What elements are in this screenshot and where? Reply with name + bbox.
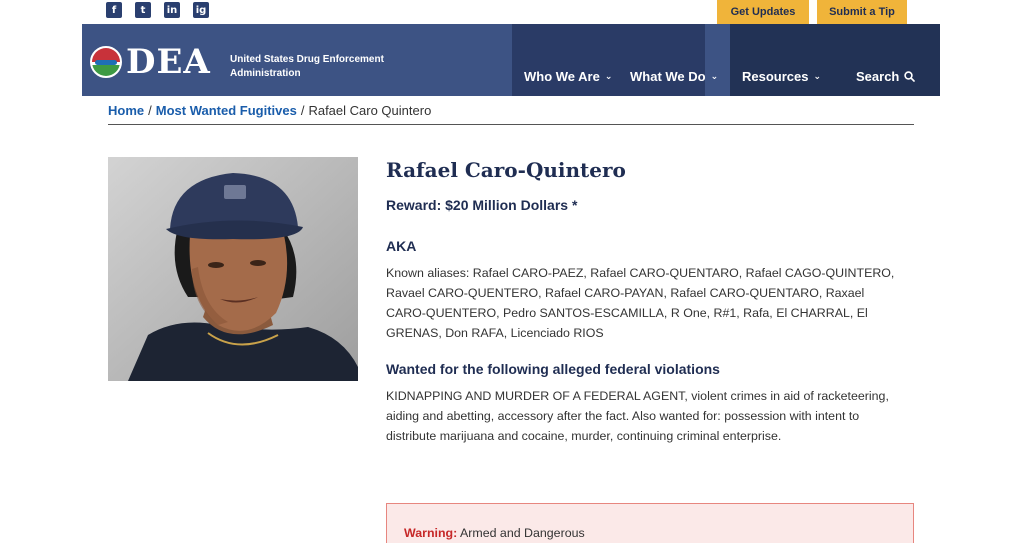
fugitive-name: Rafael Caro-Quintero (386, 158, 626, 182)
fugitive-photo (108, 157, 358, 381)
search-icon (904, 71, 916, 82)
main-navbar: DEA United States Drug Enforcement Admin… (82, 24, 940, 96)
aka-text: Known aliases: Rafael CARO-PAEZ, Rafael … (386, 266, 895, 340)
nav-label: What We Do (630, 69, 706, 84)
nav-search[interactable]: Search (856, 69, 916, 84)
linkedin-icon[interactable]: in (164, 2, 180, 18)
dea-logo[interactable]: DEA (90, 45, 211, 79)
breadcrumb: Home / Most Wanted Fugitives / Rafael Caro Q… (108, 103, 432, 118)
breadcrumb-home-link[interactable]: Home (108, 103, 144, 118)
logo-wordmark: DEA (126, 42, 211, 82)
fugitive-details: Rafael Caro-Quintero Reward: $20 Million… (386, 157, 916, 446)
chevron-down-icon: ⌄ (604, 71, 613, 81)
social-links: f t in ig (106, 2, 209, 18)
submit-tip-button[interactable]: Submit a Tip (817, 0, 907, 24)
get-updates-button[interactable]: Get Updates (717, 0, 809, 24)
utility-bar: f t in ig Get Updates Submit a Tip (0, 0, 1024, 24)
logo-subtitle: United States Drug Enforcement Administr… (230, 54, 384, 79)
warning-label: Warning: (404, 526, 458, 540)
warning-message: Armed and Dangerous (460, 526, 585, 540)
warning-box: Warning: Armed and Dangerous (386, 503, 914, 543)
breadcrumb-current: Rafael Caro Quintero (308, 103, 432, 118)
breadcrumb-divider (108, 124, 914, 125)
facebook-icon[interactable]: f (106, 2, 122, 18)
nav-label: Who We Are (524, 69, 600, 84)
twitter-icon[interactable]: t (135, 2, 151, 18)
chevron-down-icon: ⌄ (710, 71, 719, 81)
nav-panel-secondary (730, 24, 940, 96)
chevron-down-icon: ⌄ (813, 71, 822, 81)
violations-text: KIDNAPPING AND MURDER OF A FEDERAL AGENT… (386, 389, 889, 443)
nav-what-we-do[interactable]: What We Do ⌄ (630, 69, 718, 84)
nav-resources[interactable]: Resources ⌄ (742, 69, 821, 84)
warning-text: Warning: Armed and Dangerous (404, 526, 585, 540)
nav-who-we-are[interactable]: Who We Are ⌄ (524, 69, 612, 84)
instagram-icon[interactable]: ig (193, 2, 209, 18)
breadcrumb-section-link[interactable]: Most Wanted Fugitives (156, 103, 297, 118)
nav-label: Search (856, 69, 900, 84)
violations-heading: Wanted for the following alleged federal… (386, 361, 720, 377)
aka-heading: AKA (386, 238, 417, 254)
nav-label: Resources (742, 69, 809, 84)
top-actions: Get Updates Submit a Tip (717, 0, 907, 24)
nav-panel-primary (512, 24, 705, 96)
reward-text: Reward: $20 Million Dollars * (386, 197, 578, 213)
dea-seal-icon (90, 46, 122, 78)
